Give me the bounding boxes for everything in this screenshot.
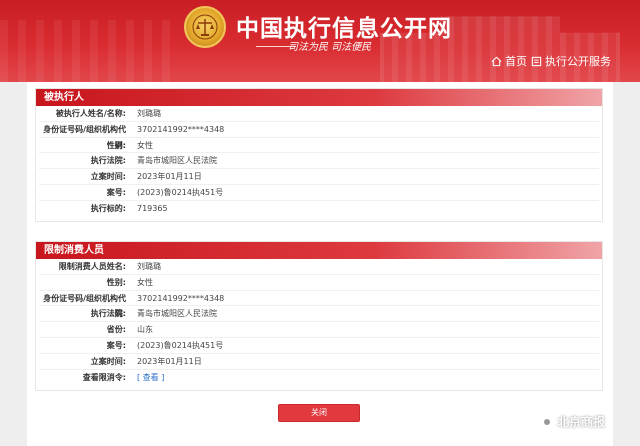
row-label: 立案时间:: [90, 356, 126, 366]
info-row: 立案时间: 2023年01月11日: [39, 354, 599, 370]
panel-title: 限制消费人员: [36, 242, 602, 259]
info-row: 限制消费人员姓名: 刘璐璐: [39, 259, 599, 275]
site-header: 中国执行信息公开网 司法为民 司法便民 首页 执行公开服务: [0, 0, 640, 82]
panel-title: 被执行人: [36, 89, 602, 106]
view-restriction-order-link[interactable]: [ 查看 ]: [134, 370, 599, 386]
info-row: 省份: 山东: [39, 322, 599, 338]
row-label: 案号:: [106, 340, 126, 350]
row-label: 身份证号码/组织机构代码:: [43, 293, 126, 319]
content-page: 被执行人 被执行人姓名/名称: 刘璐璐 身份证号码/组织机构代码: 370214…: [27, 82, 613, 446]
row-value: 刘璐璐: [137, 262, 161, 271]
info-row: 立案时间: 2023年01月11日: [39, 169, 599, 185]
close-button[interactable]: 关闭: [278, 404, 360, 422]
row-value: 刘璐璐: [137, 109, 161, 118]
nav-service-label: 执行公开服务: [545, 56, 611, 68]
info-row: 执行法院: 青岛市城阳区人民法院: [39, 306, 599, 323]
watermark-logo-icon: [540, 414, 554, 429]
info-row: 身份证号码/组织机构代码: 3702141992****4348: [39, 291, 599, 319]
row-value: 女性: [137, 140, 153, 150]
site-slogan: 司法为民 司法便民: [288, 42, 372, 53]
row-label: 被执行人姓名/名称:: [55, 109, 126, 118]
info-row: 身份证号码/组织机构代码: 3702141992****4348: [39, 122, 599, 150]
row-label: 案号:: [106, 187, 126, 197]
row-label: 性别:: [106, 277, 126, 287]
header-building-decoration-left: [0, 20, 180, 82]
nav-home-link[interactable]: 首页: [491, 53, 527, 69]
service-icon: [531, 56, 542, 66]
row-value: 青岛市城阳区人民法院: [137, 156, 217, 166]
row-value: 山东: [137, 325, 153, 335]
row-value: 3702141992****4348: [137, 124, 225, 134]
info-row: 案号: (2023)鲁0214执451号: [39, 185, 599, 201]
court-emblem-icon: [184, 6, 226, 48]
info-row: 案号: (2023)鲁0214执451号: [39, 338, 599, 354]
row-value: 青岛市城阳区人民法院: [137, 309, 217, 319]
row-value: 719365: [137, 203, 168, 213]
row-label: 立案时间:: [90, 172, 126, 182]
nav-service-link[interactable]: 执行公开服务: [531, 53, 611, 69]
row-value: 女性: [137, 277, 153, 287]
row-label: 限制消费人员姓名:: [58, 262, 126, 271]
row-label: 身份证号码/组织机构代码:: [43, 124, 126, 150]
row-value: (2023)鲁0214执451号: [137, 187, 224, 197]
info-row: 执行标的: 719365: [39, 201, 599, 217]
row-label: 省份:: [106, 325, 126, 335]
info-row: 查看限消令: [ 查看 ]: [39, 370, 599, 386]
info-row: 性别: 女性: [39, 275, 599, 291]
watermark: 北京商报: [540, 413, 605, 430]
row-label: 执行法院:: [90, 156, 126, 166]
row-label: 查看限消令:: [82, 372, 126, 382]
row-value: 2023年01月11日: [137, 356, 202, 366]
row-label: 执行法院:: [90, 309, 126, 319]
row-value: (2023)鲁0214执451号: [137, 340, 224, 350]
restricted-consumer-panel: 限制消费人员 限制消费人员姓名: 刘璐璐 性别: 女性 身份证号码/组织机构代码…: [35, 241, 603, 391]
executed-person-panel: 被执行人 被执行人姓名/名称: 刘璐璐 身份证号码/组织机构代码: 370214…: [35, 88, 603, 222]
row-label: 执行标的:: [90, 203, 126, 213]
info-row: 执行法院: 青岛市城阳区人民法院: [39, 153, 599, 170]
info-row: 性别: 女性: [39, 138, 599, 154]
home-icon: [491, 56, 502, 66]
nav-home-label: 首页: [505, 56, 527, 68]
info-row: 被执行人姓名/名称: 刘璐璐: [39, 106, 599, 122]
row-value: 2023年01月11日: [137, 172, 202, 182]
watermark-text: 北京商报: [557, 415, 606, 429]
row-value: 3702141992****4348: [137, 293, 225, 303]
row-label: 性别:: [106, 140, 126, 150]
